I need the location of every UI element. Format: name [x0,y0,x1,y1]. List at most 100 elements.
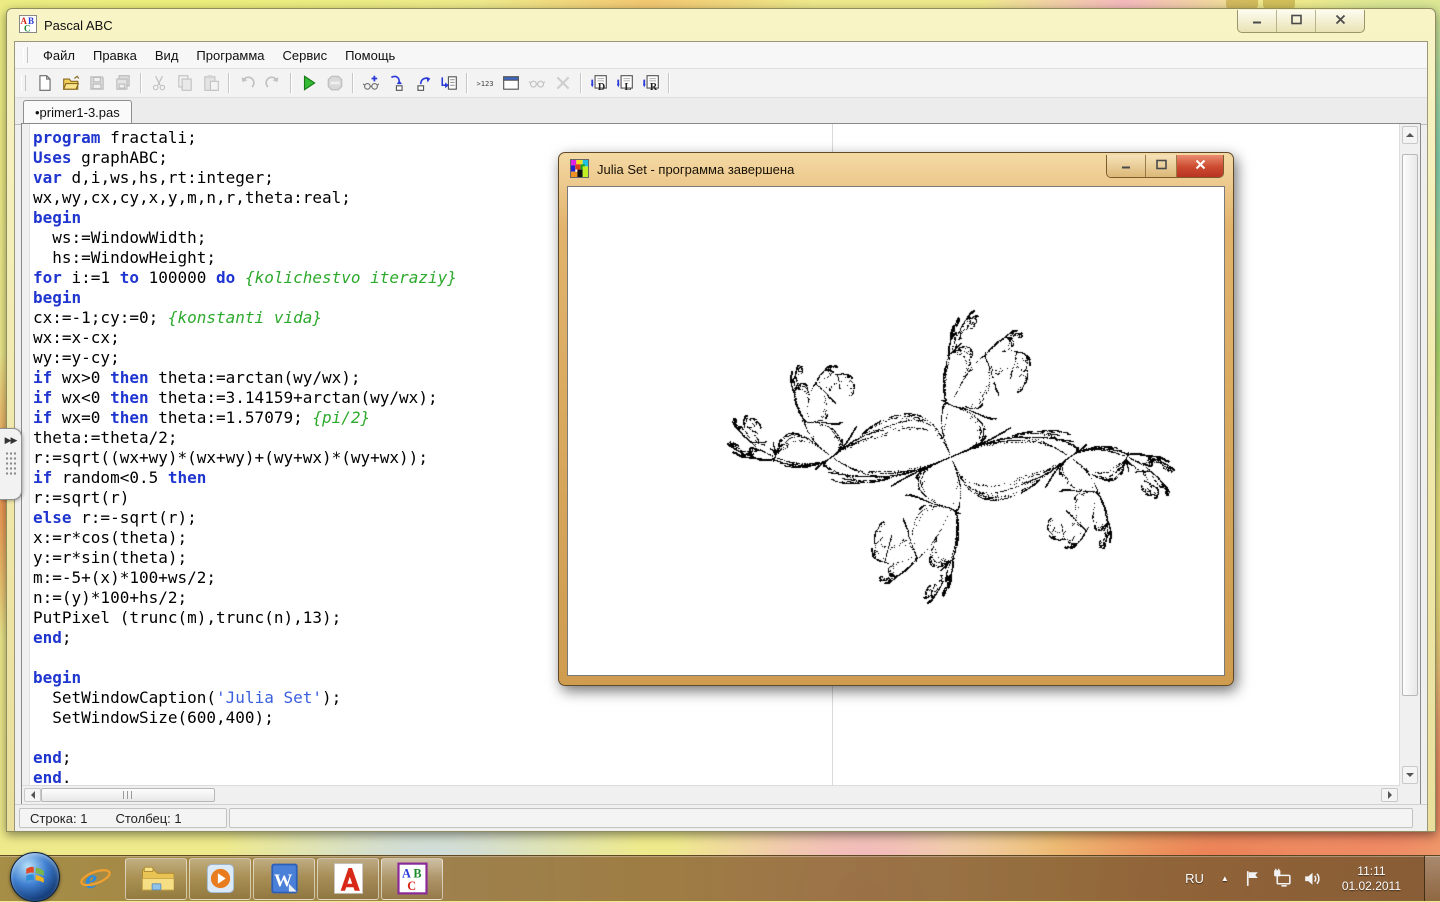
julia-window-title: Julia Set - программа завершена [597,162,794,177]
taskbar-internet-explorer-button[interactable]: e [67,858,123,900]
volume-icon[interactable] [1302,868,1323,889]
copy-button [172,71,198,95]
status-line: Строка: 1 [30,811,87,826]
open-file-button[interactable] [58,71,84,95]
show-desktop-button[interactable] [1424,856,1440,901]
paste-button [198,71,224,95]
scroll-down-button[interactable] [1402,766,1418,784]
add-watch-button[interactable] [358,71,384,95]
julia-fractal-canvas [568,187,1224,675]
scroll-right-button[interactable] [1381,788,1398,802]
stop-program-button [322,71,348,95]
pascal-title-bar[interactable]: ABC Pascal ABC [7,9,1435,41]
window-title: Pascal ABC [44,18,113,33]
scroll-up-button[interactable] [1402,126,1418,144]
new-file-button[interactable] [32,71,58,95]
toolbar-separator [668,73,670,93]
toolbar-separator [228,73,230,93]
toolbar-separator [140,73,142,93]
scrollbar-corner [1400,786,1420,804]
goto-line-button[interactable]: >123 [472,71,498,95]
menu-item-service[interactable]: Сервис [274,44,337,67]
code-line: program fractali; [33,128,1398,148]
editor-gutter [22,124,30,786]
menu-item-view[interactable]: Вид [146,44,188,67]
taskbar-word-button[interactable]: W [253,858,315,900]
scroll-left-button[interactable] [24,788,41,802]
svg-text:>123: >123 [476,79,493,88]
toolbar-grip [21,75,26,91]
taskbar-media-player-button[interactable] [189,858,251,900]
status-column: Столбец: 1 [115,811,181,826]
menu-item-file[interactable]: Файл [34,44,84,67]
taskbar-adobe-reader-button[interactable] [317,858,379,900]
svg-text:L: L [624,82,631,92]
step-to-cursor-button[interactable] [436,71,462,95]
horizontal-scrollbar[interactable] [22,785,1400,804]
panel-result-button[interactable]: R [638,71,664,95]
save-all-button [110,71,136,95]
menu-item-program[interactable]: Программа [187,44,273,67]
menu-bar: ФайлПравкаВидПрограммаСервисПомощь [15,42,1427,69]
svg-text:W: W [274,870,293,890]
tab-bar: •primer1-3.pas [15,98,1427,125]
run-program-button[interactable] [296,71,322,95]
panel-debug-button[interactable]: D [586,71,612,95]
panel-local-button[interactable]: L [612,71,638,95]
cut-button [146,71,172,95]
menu-item-edit[interactable]: Правка [84,44,146,67]
julia-caption-buttons [1106,155,1224,178]
tab-primer1-3[interactable]: •primer1-3.pas [23,100,132,125]
collapsed-panel-tab[interactable]: ▶▶ [0,428,22,500]
vertical-scroll-thumb[interactable] [1402,154,1418,696]
redo-button [260,71,286,95]
taskbar-windows-explorer-button[interactable] [125,858,187,900]
status-message-panel [229,808,1413,828]
code-line: end; [33,748,1398,768]
undo-button [234,71,260,95]
desktop-wallpaper: ABC Pascal ABC ФайлПравкаВидПрограммаСер… [0,0,1440,900]
step-out-button[interactable] [410,71,436,95]
code-line [33,728,1398,748]
output-window-button[interactable] [498,71,524,95]
save-file-button [84,71,110,95]
start-button[interactable] [10,852,60,902]
code-line: end. [33,768,1398,786]
taskbar-pascal-abc-button[interactable]: ABC [381,858,443,900]
horizontal-scroll-thumb[interactable] [41,788,215,802]
clear-button [550,71,576,95]
toolbar-separator [352,73,354,93]
minimize-button[interactable] [1238,10,1277,32]
close-button[interactable] [1316,10,1364,32]
clock[interactable]: 11:11 01.02.2011 [1332,864,1411,894]
windows-flag-icon [20,859,50,894]
toolbar-separator [580,73,582,93]
julia-maximize-button[interactable] [1146,155,1177,177]
action-center-icon[interactable] [1242,868,1263,889]
network-icon[interactable] [1272,868,1293,889]
vertical-scrollbar[interactable] [1399,124,1420,786]
svg-text:D: D [598,82,605,92]
toolbar-separator [466,73,468,93]
svg-text:C: C [407,879,416,893]
julia-close-button[interactable] [1177,155,1223,177]
language-indicator[interactable]: RU [1181,871,1208,886]
menu-item-help[interactable]: Помощь [336,44,404,67]
maximize-button[interactable] [1277,10,1316,32]
show-hidden-icons-button[interactable]: ▲ [1217,874,1233,883]
watch-window-button [524,71,550,95]
toolbar: >123 D LR [15,69,1427,98]
julia-minimize-button[interactable] [1107,155,1146,177]
svg-text:e: e [85,864,97,894]
pascal-abc-icon: ABC [19,15,37,36]
menubar-grip [23,47,28,63]
code-line: SetWindowCaption('Julia Set'); [33,688,1398,708]
expand-chevron-icon: ▶▶ [5,435,17,446]
step-into-button[interactable] [384,71,410,95]
code-line: SetWindowSize(600,400); [33,708,1398,728]
svg-text:C: C [24,23,31,33]
pascal-caption-buttons [1237,10,1365,33]
toolbar-separator [290,73,292,93]
grip-dots-icon [5,451,17,477]
system-tray: RU ▲ 11:11 01.02.2011 [1181,856,1440,901]
